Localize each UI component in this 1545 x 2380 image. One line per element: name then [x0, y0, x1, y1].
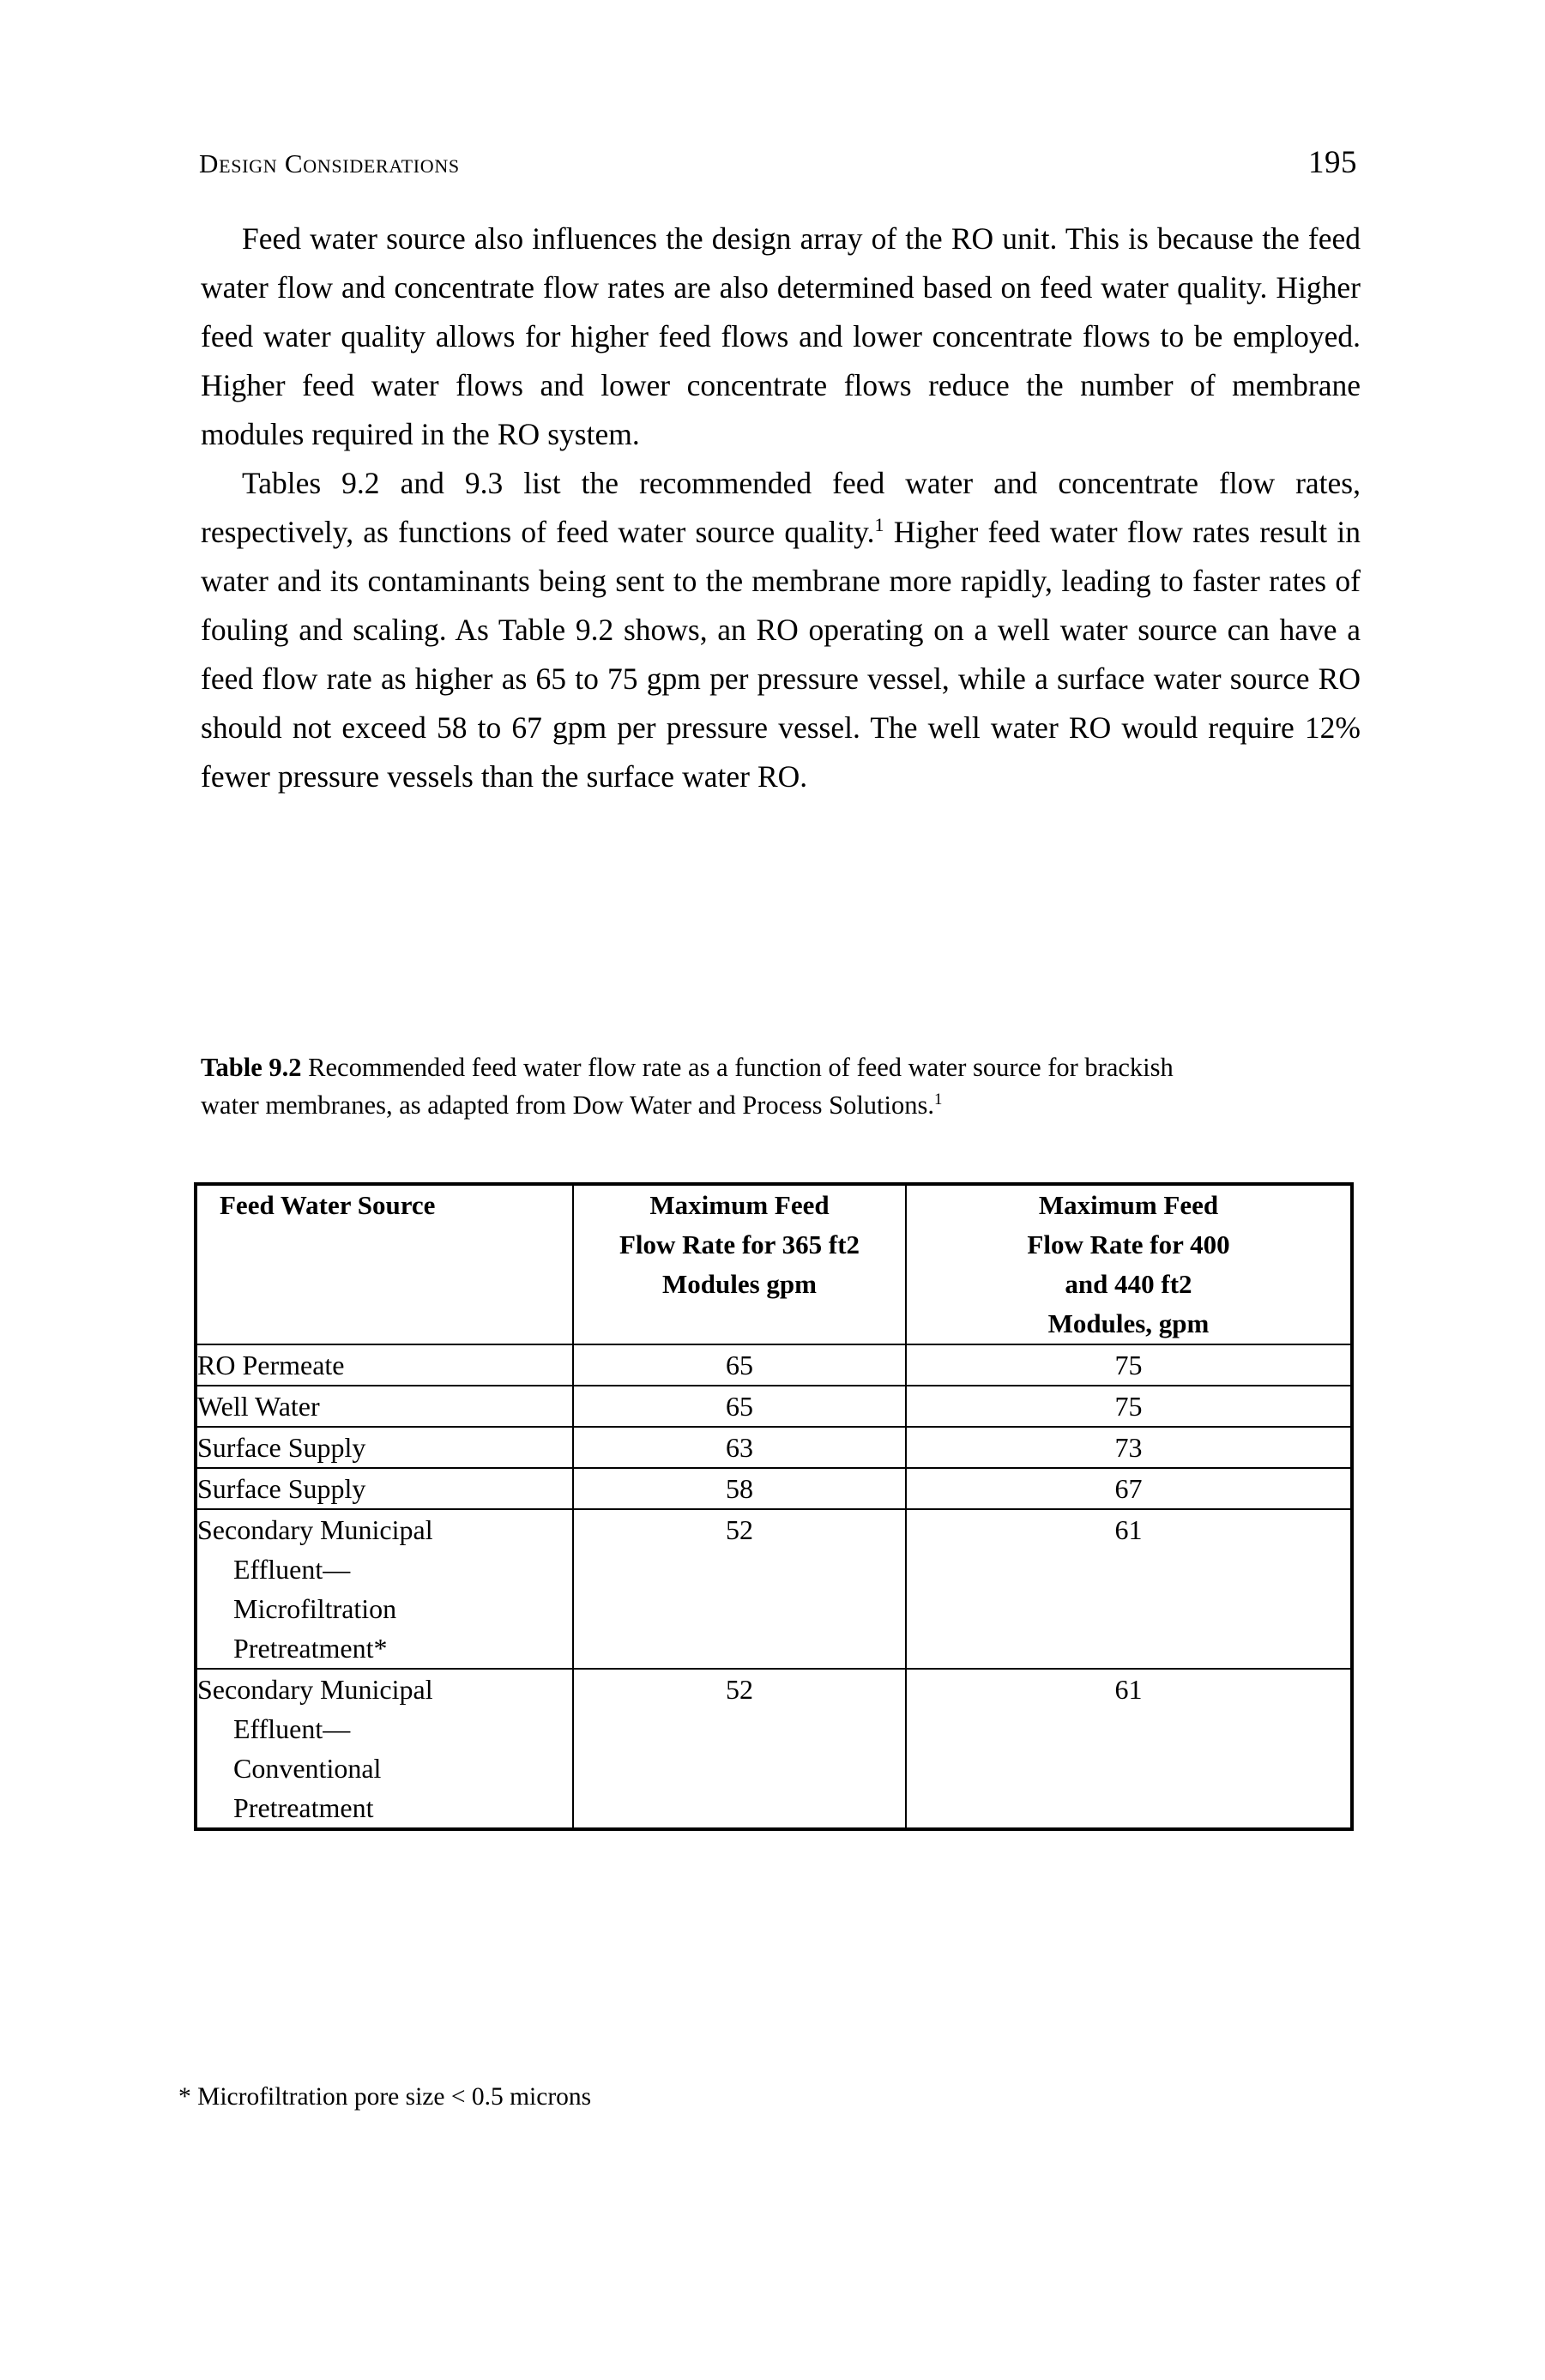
cell-source-line: Effluent—: [233, 1554, 351, 1585]
column-header-max-flow-400-440: Maximum Feed Flow Rate for 400 and 440 ft2…: [905, 1183, 1353, 1345]
paragraph-1-text: Feed water source also influences the de…: [201, 221, 1361, 451]
column-header-feed-water-source: Feed Water Source: [195, 1183, 574, 1345]
table-body: RO Permeate 65 75 Well Water 65 75 Surface Sup…: [195, 1344, 1353, 1830]
table-caption-text: Recommended feed water flow rate as a fu…: [201, 1053, 1174, 1120]
cell-source-line: Pretreatment*: [233, 1633, 388, 1664]
table-caption-label: Table 9.2: [201, 1053, 302, 1082]
paragraph-2: Tables 9.2 and 9.3 list the recommended …: [201, 459, 1361, 801]
cell-feed-water-source: Secondary Municipal Effluent— Conventional…: [195, 1668, 574, 1830]
cell-max-flow-400-440: 75: [905, 1385, 1353, 1428]
cell-feed-water-source: Surface Supply: [195, 1467, 574, 1510]
cell-source-line: Well Water: [197, 1391, 320, 1422]
column-header-line: Modules, gpm: [1047, 1308, 1210, 1338]
table-caption: Table 9.2 Recommended feed water flow ra…: [201, 1048, 1187, 1124]
cell-max-flow-365: 63: [572, 1426, 907, 1469]
cell-source-line: Secondary Municipal: [197, 1514, 433, 1545]
column-header-line: Feed Water Source: [220, 1190, 436, 1220]
table-row: Secondary Municipal Effluent— Conventional…: [195, 1668, 1353, 1830]
table-header-row: Feed Water Source Maximum Feed Flow Rate …: [195, 1183, 1353, 1345]
cell-max-flow-400-440: 61: [905, 1668, 1353, 1830]
footnote-reference-1: 1: [874, 514, 884, 536]
cell-feed-water-source: Secondary Municipal Effluent— Microfiltrat…: [195, 1508, 574, 1670]
cell-max-flow-365: 52: [572, 1508, 907, 1670]
paragraph-2-text-after-footnote: Higher feed water flow rates result in w…: [201, 515, 1361, 794]
table-header: Feed Water Source Maximum Feed Flow Rate …: [195, 1183, 1353, 1345]
column-header-line: Maximum Feed: [649, 1190, 830, 1220]
table-caption-footnote-reference: 1: [934, 1090, 943, 1108]
cell-source-line: RO Permeate: [197, 1350, 345, 1380]
table-row: RO Permeate 65 75: [195, 1344, 1353, 1386]
cell-source-line: Conventional: [233, 1753, 382, 1784]
column-header-max-flow-365: Maximum Feed Flow Rate for 365 ft2 Modules…: [572, 1183, 907, 1345]
column-header-line: and 440 ft2: [1065, 1269, 1192, 1299]
body-text: Feed water source also influences the de…: [201, 214, 1361, 801]
cell-max-flow-400-440: 73: [905, 1426, 1353, 1469]
cell-source-line: Surface Supply: [197, 1432, 366, 1463]
cell-source-line: Microfiltration: [233, 1593, 397, 1624]
cell-max-flow-400-440: 67: [905, 1467, 1353, 1510]
column-header-line: Flow Rate for 400: [1027, 1229, 1230, 1259]
page-number: 195: [1308, 145, 1357, 180]
cell-source-line: Secondary Municipal: [197, 1674, 433, 1705]
running-head-title: Design Considerations: [199, 148, 460, 178]
cell-max-flow-365: 58: [572, 1467, 907, 1510]
running-head: Design Considerations 195: [199, 144, 1357, 181]
column-header-line: Modules gpm: [662, 1269, 817, 1299]
table-footnote: * Microfiltration pore size < 0.5 micron…: [178, 2083, 592, 2111]
cell-feed-water-source: Well Water: [195, 1385, 574, 1428]
cell-max-flow-365: 52: [572, 1668, 907, 1830]
cell-max-flow-365: 65: [572, 1344, 907, 1386]
cell-max-flow-400-440: 61: [905, 1508, 1353, 1670]
cell-feed-water-source: Surface Supply: [195, 1426, 574, 1469]
cell-max-flow-400-440: 75: [905, 1344, 1353, 1386]
cell-source-line: Effluent—: [233, 1713, 351, 1744]
document-page: Design Considerations 195 Feed water sou…: [0, 0, 1545, 2380]
column-header-line: Flow Rate for 365 ft2: [619, 1229, 860, 1259]
column-header-line: Maximum Feed: [1038, 1190, 1219, 1220]
table-row: Secondary Municipal Effluent— Microfiltrat…: [195, 1508, 1353, 1670]
table-row: Surface Supply 63 73: [195, 1426, 1353, 1469]
cell-source-line: Surface Supply: [197, 1473, 366, 1504]
table-row: Surface Supply 58 67: [195, 1467, 1353, 1510]
cell-source-line: Pretreatment: [233, 1792, 374, 1823]
paragraph-1: Feed water source also influences the de…: [201, 214, 1361, 459]
cell-max-flow-365: 65: [572, 1385, 907, 1428]
cell-feed-water-source: RO Permeate: [195, 1344, 574, 1386]
table-9-2: Feed Water Source Maximum Feed Flow Rate …: [194, 1182, 1354, 1831]
table-9-2-wrapper: Feed Water Source Maximum Feed Flow Rate …: [194, 1182, 1354, 1831]
table-row: Well Water 65 75: [195, 1385, 1353, 1428]
